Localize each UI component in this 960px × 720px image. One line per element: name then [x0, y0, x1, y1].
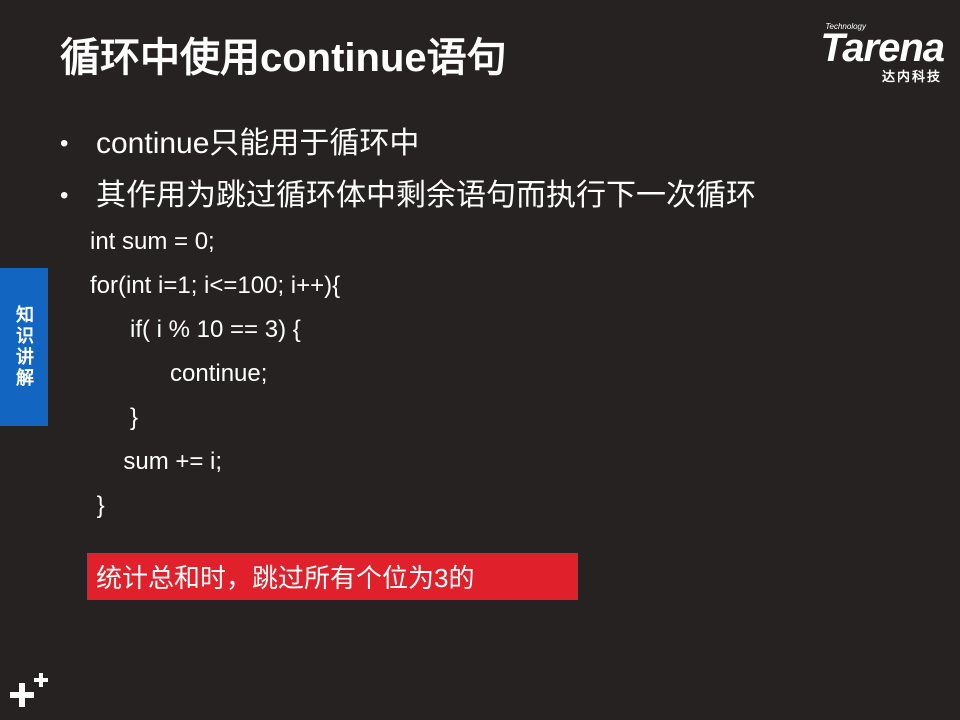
bullet-dot: •	[60, 182, 69, 209]
side-tab: 知识讲解	[0, 268, 48, 426]
bullet-list: • continue只能用于循环中 • 其作用为跳过循环体中剩余语句而执行下一次…	[60, 118, 756, 222]
highlight-note: 统计总和时，跳过所有个位为3的	[87, 553, 578, 600]
logo-name: Tarena	[820, 26, 945, 70]
code-line: for(int i=1; i<=100; i++){	[90, 272, 341, 299]
side-tab-label: 知识讲解	[14, 305, 34, 389]
code-line: sum += i;	[90, 448, 223, 475]
logo-subtitle: 达内科技	[881, 69, 942, 84]
bullet-text: continue只能用于循环中	[96, 127, 420, 160]
code-block: int sum = 0; for(int i=1; i<=100; i++){ …	[90, 220, 340, 528]
tarena-logo: Technology Tarena 达内科技	[774, 22, 945, 84]
bullet-item: • 其作用为跳过循环体中剩余语句而执行下一次循环	[60, 170, 756, 222]
page-title: 循环中使用continue语句	[60, 36, 507, 80]
code-line: if( i % 10 == 3) {	[90, 316, 301, 343]
code-line: continue;	[90, 360, 268, 387]
code-line: int sum = 0;	[90, 228, 215, 255]
bullet-item: • continue只能用于循环中	[60, 118, 756, 170]
highlight-note-text: 统计总和时，跳过所有个位为3的	[96, 563, 475, 593]
code-line: }	[90, 492, 105, 519]
plus-plus-icon	[10, 673, 48, 707]
slide: 循环中使用continue语句 Technology Tarena 达内科技 •…	[0, 0, 960, 720]
bullet-dot: •	[60, 130, 69, 157]
code-line: }	[90, 404, 139, 431]
bullet-text: 其作用为跳过循环体中剩余语句而执行下一次循环	[96, 179, 756, 212]
